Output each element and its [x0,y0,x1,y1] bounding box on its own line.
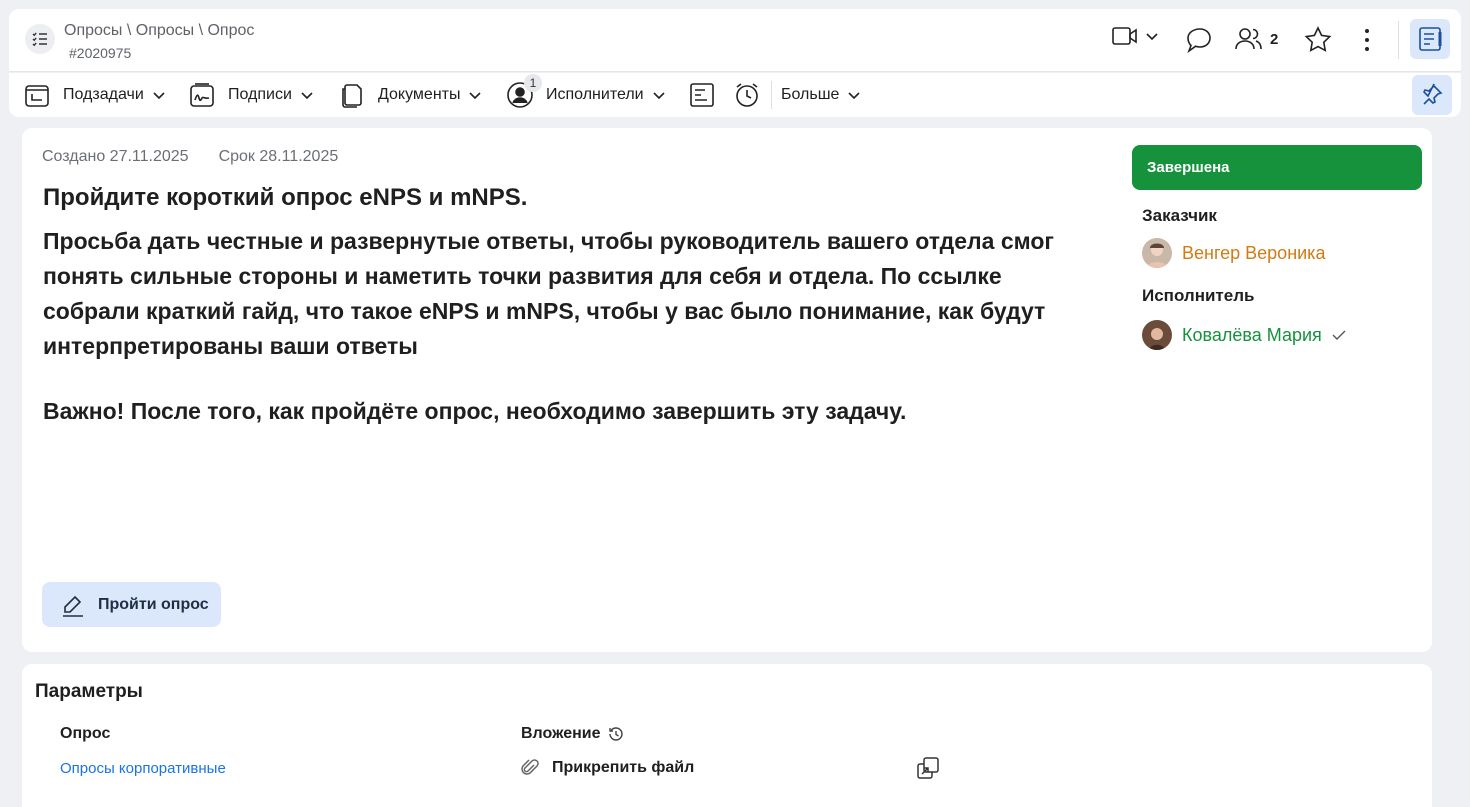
documents-icon [342,84,362,108]
avatar [1142,238,1172,268]
attach-file-button[interactable]: Прикрепить файл [520,758,694,778]
attachment-field-label: Вложение [521,725,625,743]
pin-button[interactable] [1412,75,1452,115]
reminder-button[interactable] [733,79,761,111]
signatures-dropdown[interactable]: Подписи [188,79,314,111]
signatures-label: Подписи [228,86,292,103]
chevron-down-icon [301,92,313,100]
gantt-button[interactable] [688,79,716,111]
task-dates: Создано 27.11.2025 Срок 28.11.2025 [42,148,338,166]
survey-field-label: Опрос [60,725,110,743]
star-icon [1304,26,1332,52]
chat-bubble-icon [1187,28,1211,54]
vertical-dots-icon [1365,29,1369,51]
document-panel-icon [1419,27,1442,51]
customer-person[interactable]: Венгер Вероника [1142,238,1325,268]
paperclip-icon [521,759,539,775]
survey-link[interactable]: Опросы корпоративные [60,760,226,777]
documents-dropdown[interactable]: Документы [338,79,482,111]
alarm-clock-icon [736,83,758,107]
more-label: Больше [781,86,840,103]
chevron-down-icon [653,92,665,100]
attachment-label: Вложение [521,725,601,742]
parameters-card: Параметры Опрос Опросы корпоративные Вло… [22,664,1432,807]
history-icon[interactable] [607,725,625,743]
more-dropdown[interactable]: Больше [781,79,861,111]
side-panel-toggle-button[interactable] [1410,19,1450,59]
task-important-note: Важно! После того, как пройдёте опрос, н… [43,398,907,424]
survey-label: Опрос [60,725,111,742]
pencil-icon [63,595,83,617]
take-survey-button[interactable]: Пройти опрос [42,582,221,627]
executors-count-badge: 1 [524,74,542,92]
pin-icon [1423,83,1443,105]
chevron-down-icon [1146,33,1158,41]
parameters-title: Параметры [35,681,143,702]
task-number: #2020975 [69,45,132,61]
people-icon [1235,28,1262,50]
signature-icon [190,83,214,107]
status-badge[interactable]: Завершена [1132,145,1422,190]
created-date: Создано 27.11.2025 [42,148,189,165]
executors-label: Исполнители [546,86,644,103]
executor-label: Исполнитель [1142,286,1255,305]
avatar [1142,320,1172,350]
subtasks-dropdown[interactable]: Подзадачи [23,79,166,111]
executor-person[interactable]: Ковалёва Мария [1142,320,1346,350]
copy-link-icon [917,757,939,779]
subtasks-icon [25,85,49,107]
task-card: Создано 27.11.2025 Срок 28.11.2025 Пройд… [22,128,1432,652]
task-list-icon[interactable] [25,24,55,54]
divider [771,81,772,109]
task-description: Просьба дать честные и развернутые ответ… [43,228,1054,359]
check-icon [1332,330,1346,340]
breadcrumb[interactable]: Опросы \ Опросы \ Опрос [64,22,254,40]
customer-label: Заказчик [1142,206,1217,225]
executor-name: Ковалёва Мария [1182,324,1322,345]
divider [1398,21,1399,59]
video-call-button[interactable] [1111,25,1159,47]
copy-button[interactable] [916,756,940,780]
chevron-down-icon [469,92,482,100]
chevron-down-icon [848,92,861,100]
attach-file-label: Прикрепить файл [552,759,695,776]
deadline-date: Срок 28.11.2025 [218,148,339,165]
customer-name: Венгер Вероника [1182,242,1326,263]
more-actions-button[interactable] [1358,27,1376,53]
chat-button[interactable] [1184,25,1214,55]
task-toolbar: Подзадачи Подписи Документы Исполнители … [9,73,1461,117]
favorite-button[interactable] [1303,25,1333,55]
chevron-down-icon [153,92,165,100]
subtasks-label: Подзадачи [63,86,144,103]
video-camera-icon [1112,27,1137,45]
task-title: Пройдите короткий опрос eNPS и mNPS. [43,184,528,211]
documents-label: Документы [378,86,461,103]
take-survey-label: Пройти опрос [98,595,209,613]
participants-count: 2 [1270,30,1279,48]
gantt-chart-icon [690,83,714,107]
participants-button[interactable]: 2 [1234,25,1278,53]
task-header: Опросы \ Опросы \ Опрос #2020975 2 [9,9,1461,72]
